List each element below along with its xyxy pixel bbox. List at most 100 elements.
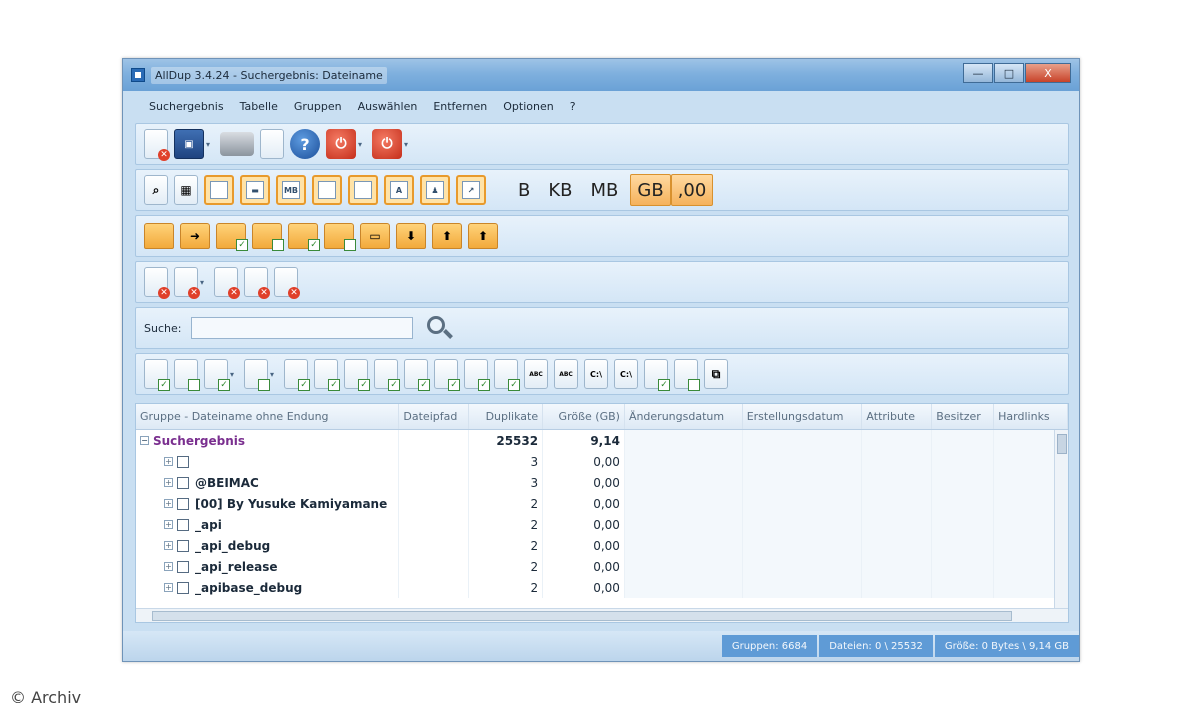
layout-button[interactable]: ▦ [174, 175, 198, 205]
folder-down-button[interactable]: ▭ [360, 223, 390, 249]
select-drive-2-button[interactable]: C:\ [614, 359, 639, 389]
shutdown-dropdown-arrow[interactable]: ▾ [358, 140, 362, 149]
search-input[interactable] [191, 317, 414, 339]
col-header-path[interactable]: Dateipfad [399, 404, 470, 429]
col-header-hardlinks[interactable]: Hardlinks [994, 404, 1068, 429]
save-button[interactable]: ▣ [174, 129, 204, 159]
help-button[interactable]: ? [290, 129, 321, 159]
horizontal-scroll-thumb[interactable] [152, 611, 1012, 621]
folder-up-button[interactable]: ⬆ [432, 223, 462, 249]
close-button[interactable]: X [1025, 63, 1071, 83]
row-checkbox[interactable] [177, 518, 189, 531]
column-toggle-3[interactable] [312, 175, 342, 205]
select-all-button[interactable]: ✓ [144, 359, 170, 391]
unselect-folder-button[interactable] [252, 223, 284, 251]
column-toggle-1[interactable] [204, 175, 234, 205]
row-checkbox[interactable] [177, 581, 189, 594]
shutdown-button[interactable]: ⏻ [326, 129, 357, 159]
table-row[interactable]: + [00] By Yusuke Kamiyamane 2 0,00 [136, 493, 1068, 514]
unselect-all-folders-button[interactable] [324, 223, 356, 251]
col-header-attributes[interactable]: Attribute [862, 404, 933, 429]
expand-all-button[interactable] [144, 223, 174, 249]
column-toggle-owner[interactable]: ♟ [420, 175, 450, 205]
menu-suchergebnis[interactable]: Suchergebnis [149, 100, 224, 113]
select-long-path-button[interactable]: ✓ [494, 359, 521, 391]
unit-bytes-button[interactable]: B [512, 174, 536, 206]
col-header-modified[interactable]: Änderungsdatum [625, 404, 743, 429]
col-header-owner[interactable]: Besitzer [932, 404, 995, 429]
unit-gb-button[interactable]: GB [630, 174, 671, 206]
select-abc-3-button[interactable]: ✓ [644, 359, 671, 391]
collapse-all-button[interactable]: ➜ [180, 223, 210, 249]
column-toggle-4[interactable] [348, 175, 378, 205]
expand-icon[interactable]: + [164, 520, 173, 529]
print-button[interactable] [220, 132, 255, 156]
table-row[interactable]: + _api_release 2 0,00 [136, 556, 1068, 577]
menu-auswaehlen[interactable]: Auswählen [358, 100, 418, 113]
expand-icon[interactable]: + [164, 541, 173, 550]
select-oldest-button[interactable]: ✓ [374, 359, 401, 391]
export-button[interactable] [260, 129, 285, 159]
expand-icon[interactable]: + [164, 457, 173, 466]
menu-help[interactable]: ? [570, 100, 576, 113]
row-checkbox[interactable] [177, 497, 189, 510]
minimize-button[interactable]: — [963, 63, 993, 83]
menu-entfernen[interactable]: Entfernen [433, 100, 487, 113]
table-row[interactable]: + @BEIMAC 3 0,00 [136, 472, 1068, 493]
delete-options-button[interactable]: ✕ [174, 267, 200, 299]
table-row[interactable]: + _api 2 0,00 [136, 514, 1068, 535]
unselect-all-button[interactable] [174, 359, 200, 391]
select-smallest-button[interactable]: ✓ [404, 359, 431, 391]
select-group-dropdown-arrow[interactable]: ▾ [230, 370, 234, 379]
menu-gruppen[interactable]: Gruppen [294, 100, 342, 113]
search-icon[interactable] [425, 314, 454, 342]
row-checkbox[interactable] [177, 560, 189, 573]
vertical-scroll-thumb[interactable] [1057, 434, 1067, 454]
select-abc-button[interactable]: ABC [524, 359, 549, 389]
group-row[interactable]: − Suchergebnis 25532 9,14 [136, 430, 1068, 451]
folder-up-2-button[interactable]: ⬆ [468, 223, 498, 249]
vertical-scrollbar[interactable] [1054, 430, 1068, 610]
select-tree-button[interactable]: ⧉ [704, 359, 729, 389]
delete-dropdown-arrow[interactable]: ▾ [200, 278, 204, 287]
exit-button[interactable]: ⏻ [372, 129, 403, 159]
delete-file-button[interactable]: ✕ [144, 267, 170, 299]
delete-selected-button[interactable]: ✕ [214, 267, 241, 299]
select-except-first-button[interactable]: ✓ [284, 359, 311, 391]
select-abc-4-button[interactable] [674, 359, 701, 391]
select-except-last-button[interactable]: ✓ [314, 359, 341, 391]
row-checkbox[interactable] [177, 539, 189, 552]
expand-icon[interactable]: + [164, 583, 173, 592]
preview-button[interactable]: ⌕ [144, 175, 168, 205]
row-checkbox[interactable] [177, 476, 189, 489]
decimals-button[interactable]: ,00 [670, 174, 714, 206]
maximize-button[interactable]: □ [994, 63, 1024, 83]
unselect-group-button[interactable] [244, 359, 271, 391]
col-header-duplicates[interactable]: Duplikate [469, 404, 544, 429]
column-toggle-2[interactable]: ▬ [240, 175, 270, 205]
col-header-created[interactable]: Erstellungsdatum [743, 404, 863, 429]
folder-down-2-button[interactable]: ⬇ [396, 223, 426, 249]
table-row[interactable]: + _api_debug 2 0,00 [136, 535, 1068, 556]
delete-move-button[interactable]: ✕ [274, 267, 301, 299]
menu-optionen[interactable]: Optionen [503, 100, 553, 113]
table-row[interactable]: + _apibase_debug 2 0,00 [136, 577, 1068, 598]
unselect-group-dropdown-arrow[interactable]: ▾ [270, 370, 274, 379]
select-short-path-button[interactable]: ✓ [464, 359, 491, 391]
column-toggle-link[interactable]: ↗ [456, 175, 486, 205]
select-abc-2-button[interactable]: ABC [554, 359, 579, 389]
exit-dropdown-arrow[interactable]: ▾ [404, 140, 408, 149]
column-toggle-attr[interactable]: A [384, 175, 414, 205]
select-largest-button[interactable]: ✓ [434, 359, 461, 391]
column-toggle-size[interactable]: MB [276, 175, 306, 205]
col-header-size[interactable]: Größe (GB) [543, 404, 625, 429]
select-folder-button[interactable]: ✓ [216, 223, 248, 251]
row-checkbox[interactable] [177, 455, 189, 468]
unit-mb-button[interactable]: MB [585, 174, 625, 206]
expand-icon[interactable]: + [164, 478, 173, 487]
close-result-button[interactable]: ✕ [144, 129, 170, 161]
delete-checked-button[interactable]: ✕ [244, 267, 271, 299]
select-drive-button[interactable]: C:\ [584, 359, 609, 389]
expand-icon[interactable]: + [164, 499, 173, 508]
select-newest-button[interactable]: ✓ [344, 359, 371, 391]
